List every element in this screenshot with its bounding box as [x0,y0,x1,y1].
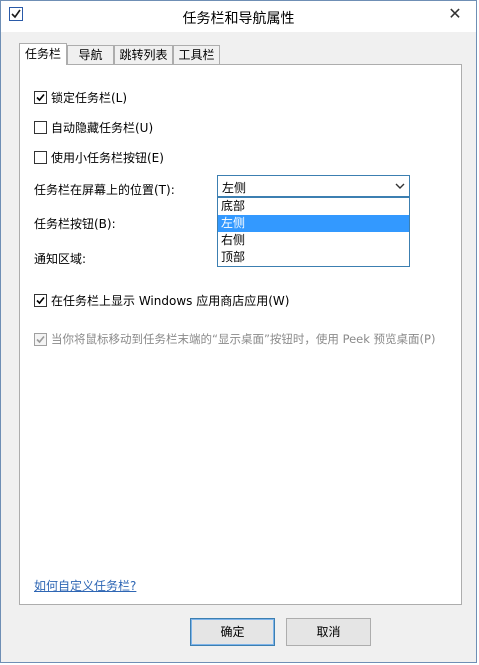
position-select[interactable]: 左侧 [217,175,410,197]
position-option-left[interactable]: 左侧 [218,215,409,232]
position-label: 任务栏在屏幕上的位置(T): [34,183,175,197]
notification-area-label: 通知区域: [34,252,87,266]
lock-taskbar-label: 锁定任务栏(L) [51,91,128,105]
lock-taskbar-checkbox[interactable] [34,91,47,104]
position-option-top[interactable]: 顶部 [218,249,409,266]
peek-checkbox [34,332,47,346]
autohide-option[interactable]: 自动隐藏任务栏(U) [34,119,153,136]
taskbar-buttons-label: 任务栏按钮(B): [34,217,116,231]
small-buttons-option[interactable]: 使用小任务栏按钮(E) [34,149,164,166]
small-buttons-label: 使用小任务栏按钮(E) [51,151,164,165]
dialog-window: 任务栏和导航属性 ✕ 任务栏 导航 跳转列表 工具栏 锁定任务栏(L) 自动隐藏… [0,0,477,663]
title-bar[interactable]: 任务栏和导航属性 ✕ [1,1,476,32]
ok-button[interactable]: 确定 [190,618,275,646]
show-store-apps-option[interactable]: 在任务栏上显示 Windows 应用商店应用(W) [34,292,289,309]
position-dropdown-list: 底部 左侧 右侧 顶部 [217,197,410,267]
small-buttons-checkbox[interactable] [34,151,47,164]
tab-taskbar[interactable]: 任务栏 [19,43,67,65]
tab-toolbars[interactable]: 工具栏 [173,45,220,64]
close-icon[interactable]: ✕ [442,3,468,25]
help-link[interactable]: 如何自定义任务栏? [34,577,136,594]
tab-panel-taskbar: 锁定任务栏(L) 自动隐藏任务栏(U) 使用小任务栏按钮(E) 任务栏在屏幕上的… [19,64,462,605]
chevron-down-icon [395,180,405,195]
window-title: 任务栏和导航属性 [182,11,295,27]
show-store-apps-checkbox[interactable] [34,294,47,307]
lock-taskbar-option[interactable]: 锁定任务栏(L) [34,89,127,106]
cancel-button[interactable]: 取消 [286,618,371,646]
position-option-right[interactable]: 右侧 [218,232,409,249]
position-option-bottom[interactable]: 底部 [218,198,409,215]
tab-jumplists[interactable]: 跳转列表 [114,45,173,64]
autohide-label: 自动隐藏任务栏(U) [51,121,154,135]
tab-navigation[interactable]: 导航 [67,45,114,64]
autohide-checkbox[interactable] [34,121,47,134]
show-store-apps-label: 在任务栏上显示 Windows 应用商店应用(W) [51,294,290,308]
peek-label: 当你将鼠标移动到任务栏末端的“显示桌面”按钮时，使用 Peek 预览桌面(P) [51,332,436,346]
position-select-value: 左侧 [222,181,247,195]
peek-option: 当你将鼠标移动到任务栏末端的“显示桌面”按钮时，使用 Peek 预览桌面(P) [34,331,435,347]
